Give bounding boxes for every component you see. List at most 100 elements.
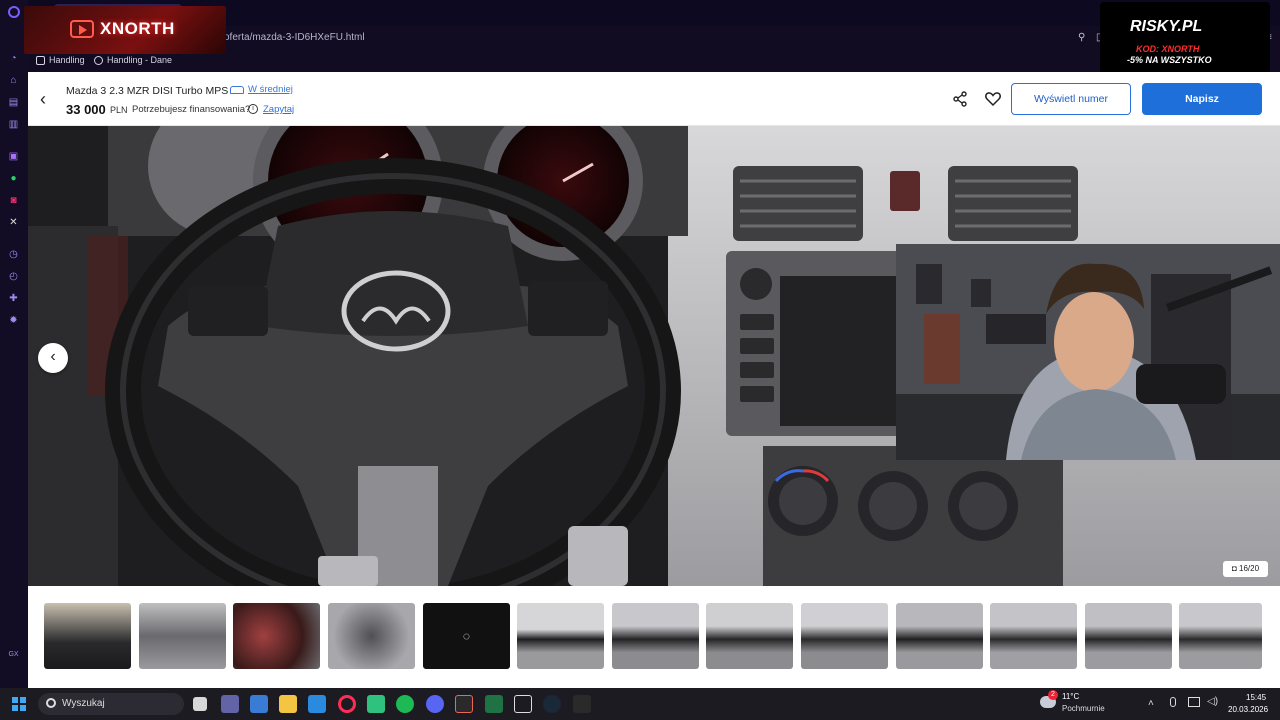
tray-chevron-icon[interactable]: ˄ [1148,698,1154,709]
start-quad [20,697,26,703]
app-dark-icon[interactable] [455,695,473,713]
gallery-prev-arrow-icon[interactable]: ‹ [38,343,68,373]
camera-icon: ◘ [1231,564,1240,573]
thumbnail-item[interactable] [896,603,983,669]
price-badge-label: W średniej [248,84,293,95]
microphone-icon[interactable] [1170,697,1176,707]
bookmark-label: Handling - Dane [107,55,173,65]
gaming-icon[interactable]: ⌂ [7,74,20,87]
page-icon [36,55,45,65]
history-icon[interactable]: ◷ [7,248,20,261]
thumbnail-item[interactable] [328,603,415,669]
gx-icon[interactable]: GX [7,648,20,661]
network-icon[interactable] [1188,697,1200,707]
taskbar-search[interactable]: Wyszukaj [38,693,184,715]
search-icon [46,698,56,708]
thumbnail-item[interactable] [801,603,888,669]
mail-icon[interactable] [308,695,326,713]
clock-time[interactable]: 15:45 [1246,693,1266,702]
extensions-icon[interactable]: ✚ [7,292,20,305]
windows-start-icon[interactable] [12,697,26,711]
twitch-icon[interactable]: ▣ [7,150,20,163]
ask-financing-link[interactable]: Zapytaj [263,104,294,115]
thumbnail-strip: ◌ [28,586,1280,688]
thumbnail-item[interactable] [139,603,226,669]
epic-games-icon[interactable] [573,695,591,713]
thumbnail-item-video[interactable]: ◌ [423,603,510,669]
risky-sponsor-overlay: RISKY.PL KOD: XNORTH -5% NA WSZYSTKO [1100,2,1270,76]
pin-icon[interactable]: ⚲ [1078,32,1085,43]
start-quad [12,705,18,711]
clock-date[interactable]: 20.03.2026 [1228,705,1268,714]
bookmark-label: Handling [49,55,85,65]
spotify-icon[interactable] [396,695,414,713]
messenger-icon[interactable]: ▤ [7,96,20,109]
car-icon [230,85,244,94]
share-icon[interactable] [952,91,968,107]
news-icon[interactable]: ▥ [7,118,20,131]
weather-badge: 2 [1048,690,1058,700]
risky-brand: RISKY.PL [1130,18,1203,35]
discord-icon[interactable] [426,695,444,713]
thumbnail-item[interactable] [233,603,320,669]
listing-price: 33 000 [66,102,106,117]
risky-promo: -5% NA WSZYSTKO [1127,55,1212,65]
whatsapp-icon[interactable]: ● [7,172,20,185]
streamer-webcam-overlay [896,244,1280,460]
windows-taskbar: Wyszukaj 2 11°C Pochmurnie ˄ ◁) 15:45 20… [0,688,1280,720]
teams-icon[interactable] [221,695,239,713]
browser-sidebar: ◔ ⌂ ▤ ▥ ▣ ● ◙ ✕ ◷ ◴ ✚ ✹ GX [0,0,28,688]
thumbnail-item[interactable] [517,603,604,669]
speed-dial-icon[interactable]: ◔ [7,52,20,65]
financing-question: Potrzebujesz finansowania? [132,104,251,115]
bookmark-handling[interactable]: Handling [36,55,85,65]
task-view-icon[interactable] [193,697,207,711]
thumbnail-item[interactable] [706,603,793,669]
risky-code: KOD: XNORTH [1136,44,1200,54]
thumbnail-item[interactable] [1085,603,1172,669]
youtube-play-icon [70,20,94,38]
xnorth-overlay-logo: XNORTH [24,6,226,54]
thumbnail-item[interactable] [990,603,1077,669]
bookmark-handling-dane[interactable]: Handling - Dane [94,55,172,65]
photo-counter-text: 16/20 [1239,564,1260,573]
volume-icon[interactable]: ◁) [1207,696,1218,707]
x-twitter-icon[interactable]: ✕ [7,216,20,229]
steam-icon[interactable] [543,695,561,713]
listing-header: ‹ Mazda 3 2.3 MZR DISI Turbo MPS W średn… [28,72,1280,126]
excel-icon[interactable] [485,695,503,713]
chat-bubble-icon: ◌ [462,629,471,643]
info-icon[interactable]: i [248,104,258,114]
app-green-icon[interactable] [367,695,385,713]
clock-icon[interactable]: ◴ [7,270,20,283]
price-currency: PLN [110,105,128,115]
app-g-icon[interactable] [514,695,532,713]
instagram-icon[interactable]: ◙ [7,194,20,207]
show-number-button[interactable]: Wyświetl numer [1011,83,1131,115]
heart-favorite-icon[interactable] [984,90,1002,108]
opera-logo-icon[interactable] [8,6,20,18]
url-text[interactable]: oferta/mazda-3-ID6HXeFU.html [224,32,365,43]
listing-title: Mazda 3 2.3 MZR DISI Turbo MPS [66,85,229,97]
start-quad [12,697,18,703]
store-icon[interactable] [250,695,268,713]
thumbnail-item[interactable] [42,601,133,671]
photo-counter: ◘ 16/20 [1223,561,1268,577]
main-gallery-photo[interactable]: ‹ ◘ 16/20 [28,126,1280,586]
price-evaluation-badge[interactable]: W średniej [230,84,293,95]
start-quad [20,705,26,711]
globe-icon [94,55,103,65]
thumbnail-item[interactable] [1179,603,1262,669]
thumbnail-item[interactable] [612,603,699,669]
settings-gear-icon[interactable]: ✹ [7,314,20,327]
webcam-feed [896,244,1280,460]
write-message-button[interactable]: Napisz [1142,83,1262,115]
taskbar-search-label: Wyszukaj [62,698,105,709]
xnorth-logo-text: XNORTH [100,19,175,38]
back-arrow-icon[interactable]: ‹ [40,88,58,110]
weather-temperature: 11°C [1062,692,1080,701]
file-explorer-icon[interactable] [279,695,297,713]
opera-gx-icon[interactable] [338,695,356,713]
weather-description: Pochmurnie [1062,704,1105,713]
listing-page: ‹ Mazda 3 2.3 MZR DISI Turbo MPS W średn… [28,72,1280,688]
